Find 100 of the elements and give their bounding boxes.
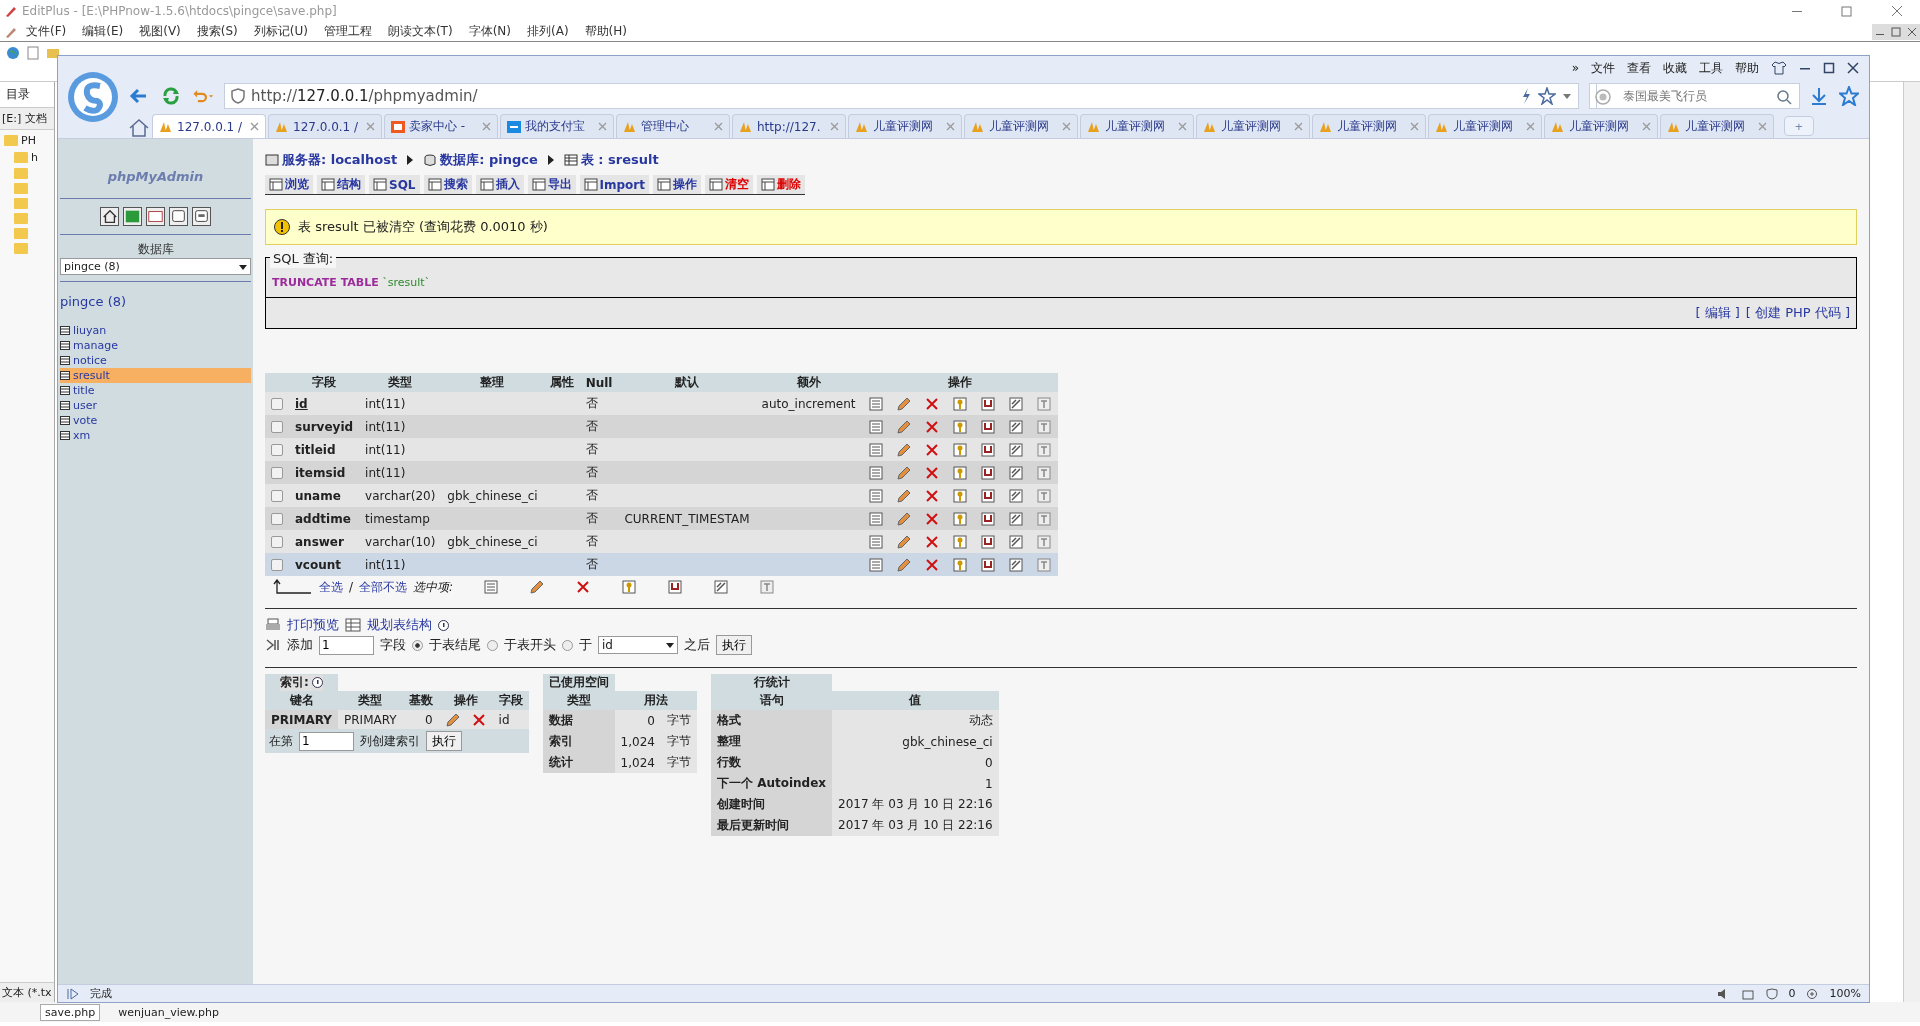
link[interactable]: 规划表结构	[367, 616, 432, 634]
key-icon[interactable]	[951, 556, 968, 573]
pencil-icon[interactable]	[895, 510, 912, 527]
maximize-icon[interactable]	[1823, 62, 1835, 74]
tab[interactable]: Import	[579, 175, 649, 194]
folder-name[interactable]: h	[31, 151, 38, 164]
index-icon[interactable]	[1007, 510, 1024, 527]
tab[interactable]: 删除	[756, 175, 805, 194]
tab[interactable]: 浏览	[265, 175, 313, 194]
refresh-icon[interactable]	[160, 85, 182, 107]
browser-tab[interactable]: 127.0.0.1 /	[152, 114, 266, 138]
menu-item[interactable]: 文件	[1591, 59, 1615, 77]
unique-icon[interactable]	[979, 395, 996, 412]
link[interactable]: [ 编辑 ]	[1695, 304, 1740, 322]
unique-icon[interactable]	[979, 510, 996, 527]
fulltext-icon[interactable]	[1035, 556, 1052, 573]
index-icon[interactable]	[1007, 556, 1024, 573]
filter-select[interactable]: 文本 (*.tx	[0, 982, 54, 1002]
star-icon[interactable]	[1538, 87, 1556, 105]
link[interactable]: 打印预览	[287, 616, 339, 634]
unique-icon[interactable]	[979, 556, 996, 573]
key-icon[interactable]	[951, 464, 968, 481]
browser-tab[interactable]: 卖家中心 -	[384, 114, 498, 138]
menu-item[interactable]: 查看	[1627, 59, 1651, 77]
index-icon[interactable]	[1007, 464, 1024, 481]
menu-item[interactable]: 文件(F)	[18, 23, 75, 40]
star-icon[interactable]	[1839, 86, 1859, 106]
browser-tab[interactable]: 儿童评测网	[1196, 114, 1310, 138]
pencil-icon[interactable]	[895, 441, 912, 458]
close-icon[interactable]	[1904, 23, 1920, 40]
menu-item[interactable]: 帮助(H)	[576, 23, 635, 40]
row-checkbox[interactable]	[271, 443, 283, 456]
fulltext-icon[interactable]	[1035, 510, 1052, 527]
search-icon[interactable]	[1776, 89, 1792, 105]
browser-tab[interactable]: 我的支付宝	[500, 114, 614, 138]
sidebar-toggle-icon[interactable]	[66, 987, 80, 1000]
key-icon[interactable]	[951, 418, 968, 435]
pencil-icon[interactable]	[529, 579, 546, 595]
table-link[interactable]: vote	[60, 413, 251, 428]
menu-item[interactable]: 搜索(S)	[188, 23, 246, 40]
cross-icon[interactable]	[470, 712, 487, 728]
table-link[interactable]: notice	[60, 353, 251, 368]
browser-tab[interactable]: 儿童评测网	[1660, 114, 1774, 138]
index-icon[interactable]	[1007, 441, 1024, 458]
cross-icon[interactable]	[923, 510, 940, 527]
download-icon[interactable]	[1809, 86, 1829, 106]
cross-icon[interactable]	[923, 556, 940, 573]
cross-icon[interactable]	[923, 395, 940, 412]
cross-icon[interactable]	[923, 441, 940, 458]
search-field[interactable]: 泰国最美飞行员	[1596, 83, 1800, 109]
unique-icon[interactable]	[979, 487, 996, 504]
count-field[interactable]: 1	[299, 731, 354, 751]
execute-button[interactable]: 执行	[426, 731, 462, 751]
browse-icon[interactable]	[867, 418, 884, 435]
drive-select[interactable]: [E:] 文档	[0, 108, 54, 130]
browser-tab[interactable]: 儿童评测网	[1544, 114, 1658, 138]
cross-icon[interactable]	[923, 464, 940, 481]
tab[interactable]: 操作	[652, 175, 701, 194]
table-link[interactable]: user	[60, 398, 251, 413]
pencil-icon[interactable]	[895, 487, 912, 504]
browser-tab[interactable]: 儿童评测网	[964, 114, 1078, 138]
menu-item[interactable]: »	[1571, 61, 1579, 75]
row-checkbox[interactable]	[271, 466, 283, 479]
menu-item[interactable]: 管理工程	[315, 23, 380, 40]
browse-icon[interactable]	[483, 579, 500, 595]
browser-tab[interactable]: 管理中心	[616, 114, 730, 138]
menu-item[interactable]: 收藏	[1663, 59, 1687, 77]
row-checkbox[interactable]	[271, 535, 283, 548]
unique-icon[interactable]	[979, 533, 996, 550]
shield-icon[interactable]	[1764, 987, 1779, 1000]
radio-button[interactable]	[487, 639, 498, 651]
browse-icon[interactable]	[867, 487, 884, 504]
pencil-icon[interactable]	[895, 464, 912, 481]
radio-button[interactable]	[562, 639, 573, 651]
tab[interactable]: SQL	[369, 175, 420, 194]
field-select[interactable]: id	[598, 636, 678, 654]
sidebar-tab[interactable]: 目录	[0, 82, 54, 108]
database-link[interactable]: pingce (8)	[60, 281, 251, 309]
tab[interactable]: 清空	[704, 175, 753, 194]
link[interactable]: 全部不选	[359, 578, 408, 596]
printer-icon[interactable]	[265, 617, 281, 633]
index-icon[interactable]	[1007, 533, 1024, 550]
browse-icon[interactable]	[867, 533, 884, 550]
row-checkbox[interactable]	[271, 397, 283, 410]
menu-item[interactable]: 工具	[1699, 59, 1723, 77]
folder-name[interactable]: PH	[21, 134, 36, 147]
cross-icon[interactable]	[923, 418, 940, 435]
fulltext-icon[interactable]	[1035, 464, 1052, 481]
fulltext-icon[interactable]	[1035, 395, 1052, 412]
table-link[interactable]: xm	[60, 428, 251, 443]
browser-tab[interactable]: 127.0.0.1 /	[268, 114, 382, 138]
browser-tab[interactable]: http://127.	[732, 114, 846, 138]
fulltext-icon[interactable]	[759, 579, 776, 595]
file-tab[interactable]: save.php	[40, 1003, 101, 1021]
table-link[interactable]: sresult	[60, 368, 251, 383]
fulltext-icon[interactable]	[1035, 487, 1052, 504]
table-link[interactable]: title	[60, 383, 251, 398]
row-checkbox[interactable]	[271, 420, 283, 433]
breadcrumb-link[interactable]: 服务器: localhost	[282, 151, 398, 169]
cross-icon[interactable]	[923, 487, 940, 504]
